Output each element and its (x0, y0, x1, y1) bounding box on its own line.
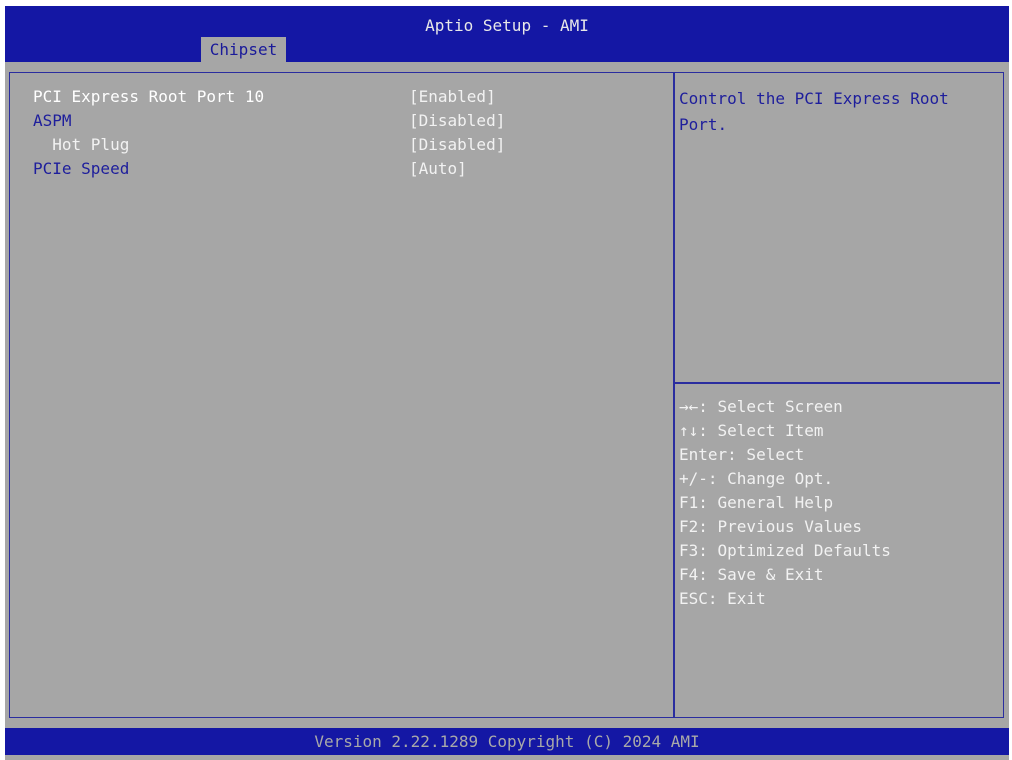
bottom-bar: Version 2.22.1289 Copyright (C) 2024 AMI (5, 728, 1009, 755)
setting-label: PCI Express Root Port 10 (33, 87, 265, 106)
app-title: Aptio Setup - AMI (425, 16, 589, 35)
top-bar: Aptio Setup - AMI Chipset (5, 6, 1009, 62)
panel-divider (673, 72, 675, 718)
setting-label: Hot Plug (33, 135, 130, 154)
setting-label: ASPM (33, 111, 72, 130)
setting-pci-express-root-port[interactable]: PCI Express Root Port 10 [Enabled] (33, 85, 653, 109)
key-hint-select-item: ↑↓: Select Item (679, 421, 824, 440)
version-text: Version 2.22.1289 Copyright (C) 2024 AMI (314, 732, 700, 751)
key-hint-f3: F3: Optimized Defaults (679, 541, 891, 560)
setting-value[interactable]: [Disabled] (409, 133, 505, 157)
tab-chipset[interactable]: Chipset (201, 37, 286, 62)
key-hint-f4: F4: Save & Exit (679, 565, 824, 584)
key-hint-f2: F2: Previous Values (679, 517, 863, 536)
key-hint-change-opt: +/-: Change Opt. (679, 469, 834, 488)
key-hint-enter: Enter: Select (679, 445, 805, 464)
setting-value[interactable]: [Enabled] (409, 85, 496, 109)
setting-pcie-speed[interactable]: PCIe Speed [Auto] (33, 157, 653, 181)
setting-label: PCIe Speed (33, 159, 130, 178)
key-hint-f1: F1: General Help (679, 493, 834, 512)
key-hint-select-screen: →←: Select Screen (679, 397, 843, 416)
help-text: Control the PCI Express Root Port. (679, 89, 949, 134)
key-hint-esc: ESC: Exit (679, 589, 766, 608)
key-legend: →←: Select Screen ↑↓: Select Item Enter:… (679, 395, 999, 611)
setting-hot-plug[interactable]: Hot Plug [Disabled] (33, 133, 653, 157)
help-divider (675, 382, 1000, 384)
bios-screen: Aptio Setup - AMI Chipset PCI Express Ro… (5, 6, 1009, 760)
setting-aspm[interactable]: ASPM [Disabled] (33, 109, 653, 133)
setting-value[interactable]: [Auto] (409, 157, 467, 181)
setting-value[interactable]: [Disabled] (409, 109, 505, 133)
